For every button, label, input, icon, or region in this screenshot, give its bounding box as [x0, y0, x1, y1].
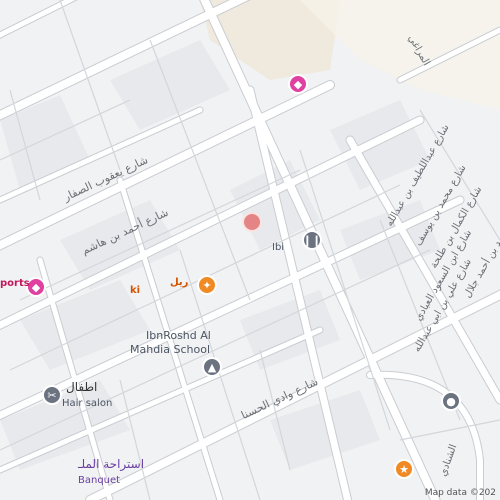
map-attribution: Map data ©202: [424, 488, 496, 498]
shopping-icon[interactable]: ◆: [288, 74, 308, 94]
restaurant-icon[interactable]: ✦: [197, 275, 217, 295]
poi-label-reel[interactable]: ريل: [170, 277, 188, 289]
poi-label-banquet-name[interactable]: استراحة الملـ: [78, 458, 144, 470]
poi-label-ki[interactable]: ki: [130, 285, 140, 297]
map-base-layer: [0, 0, 500, 500]
place-marker-icon[interactable]: ●: [441, 391, 461, 411]
banquet-icon[interactable]: ★: [394, 459, 414, 479]
poi-label-banquet[interactable]: Banquet: [78, 475, 120, 487]
school-icon[interactable]: ▲: [202, 357, 222, 377]
hair-salon-icon[interactable]: ✂: [42, 385, 62, 405]
poi-label-ports[interactable]: ports: [0, 278, 30, 290]
place-marker-icon[interactable]: [242, 212, 262, 232]
poi-label-hair-salon[interactable]: Hair salon: [62, 398, 112, 410]
poi-label-ibi[interactable]: Ibi: [272, 242, 284, 254]
poi-label-atfal[interactable]: اطفال: [66, 381, 97, 393]
poi-label-ibnroshd-line1[interactable]: IbnRoshd Al: [146, 330, 211, 342]
map-canvas[interactable]: شارع يعقوب الصفار شارع أحمد بن هاشم شارع…: [0, 0, 500, 500]
cafe-icon[interactable]: ❙❙: [302, 230, 322, 250]
poi-label-ibnroshd-line2[interactable]: Mahdia School: [130, 344, 210, 356]
